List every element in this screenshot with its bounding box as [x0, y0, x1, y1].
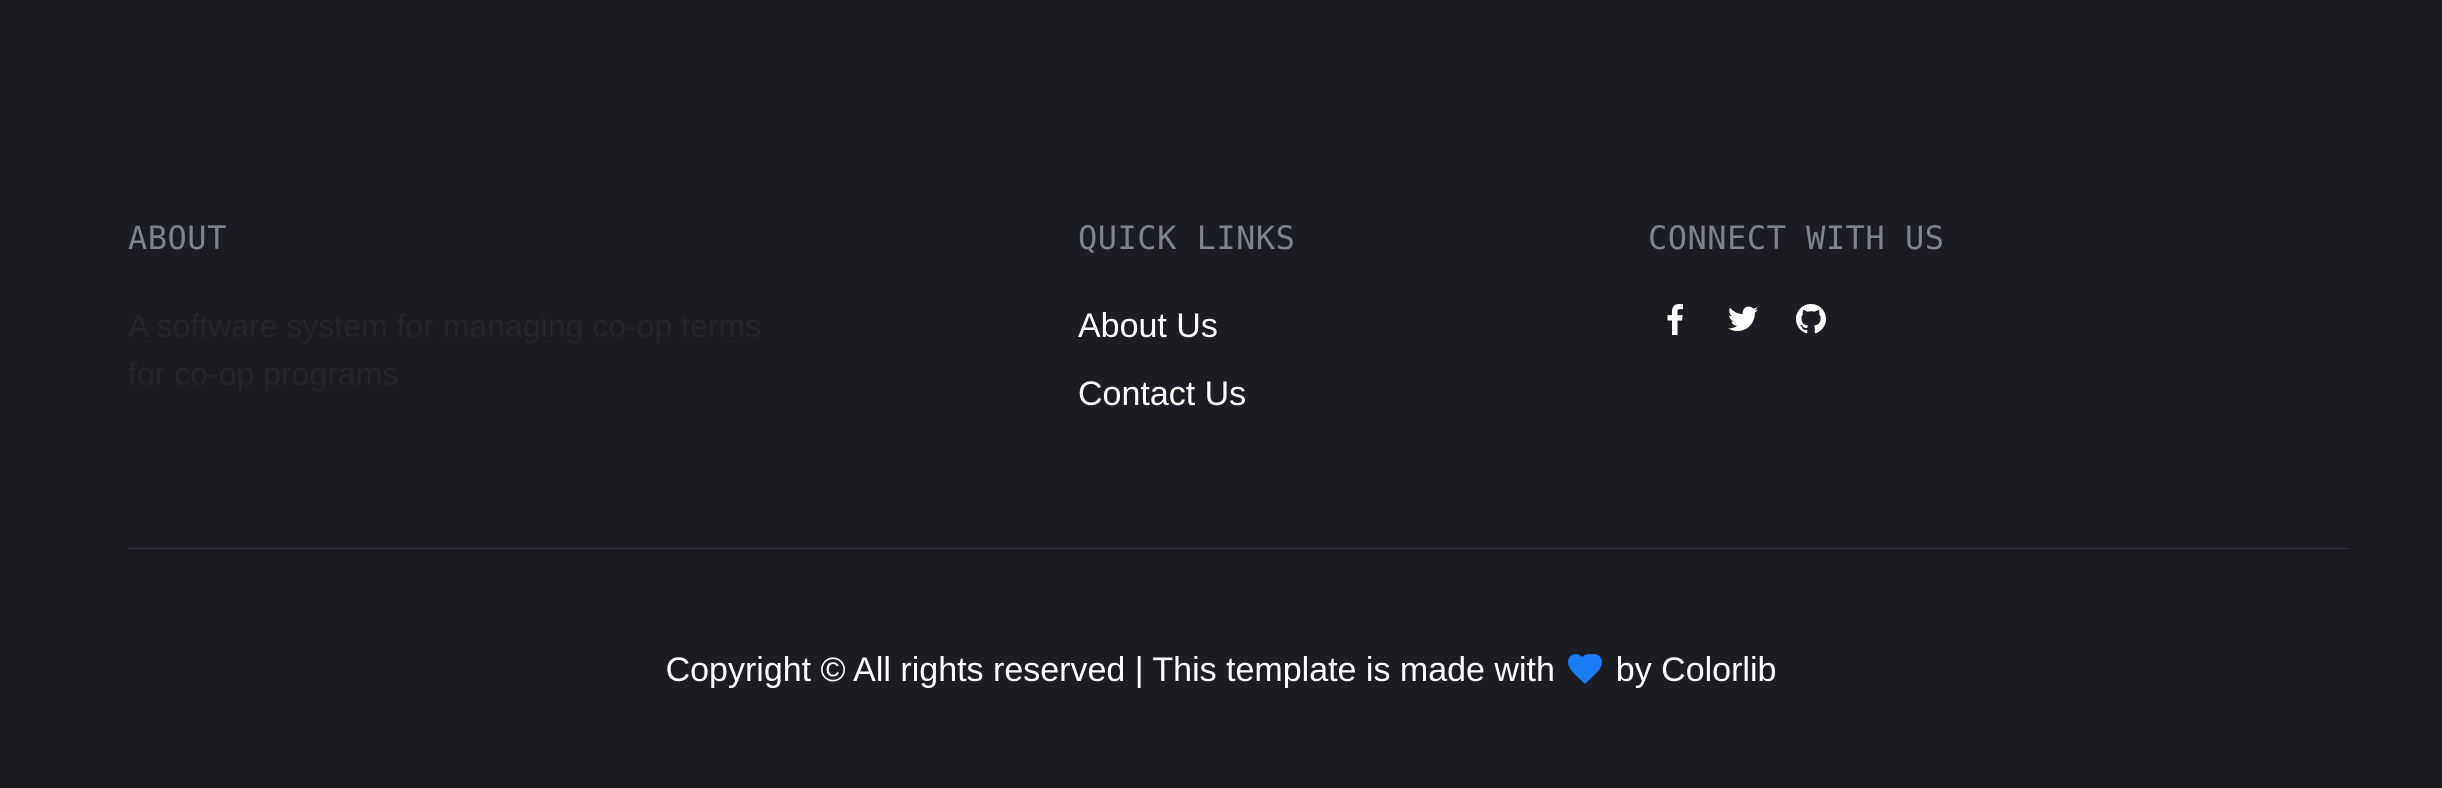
- about-title: ABOUT: [128, 219, 227, 257]
- quick-link-contact-us[interactable]: Contact Us: [1078, 370, 1578, 418]
- quick-links-list: About Us Contact Us: [1078, 302, 1578, 418]
- copyright-text: Copyright © All rights reserved | This t…: [0, 646, 2442, 694]
- copyright-suffix[interactable]: by Colorlib: [1616, 651, 1777, 689]
- connect-title: CONNECT WITH US: [1648, 219, 1945, 257]
- site-footer: ABOUT A software system for managing co-…: [0, 0, 2442, 788]
- about-text: A software system for managing co-op ter…: [128, 302, 808, 398]
- about-section: ABOUT A software system for managing co-…: [128, 214, 808, 398]
- facebook-icon[interactable]: [1658, 302, 1692, 336]
- quick-link-about-us[interactable]: About Us: [1078, 302, 1578, 350]
- about-text-line-1: A software system for managing co-op ter…: [128, 308, 762, 344]
- footer-divider: [128, 548, 2348, 549]
- quick-links-title: QUICK LINKS: [1078, 219, 1296, 257]
- twitter-icon[interactable]: [1726, 302, 1760, 336]
- github-icon[interactable]: [1794, 302, 1828, 336]
- about-text-line-2: for co-op programs: [128, 356, 399, 392]
- quick-links-section: QUICK LINKS About Us Contact Us: [1078, 214, 1578, 438]
- social-links: [1648, 302, 2148, 336]
- copyright-prefix: Copyright © All rights reserved | This t…: [665, 651, 1555, 689]
- connect-section: CONNECT WITH US: [1648, 214, 2148, 336]
- heart-icon: [1568, 654, 1603, 684]
